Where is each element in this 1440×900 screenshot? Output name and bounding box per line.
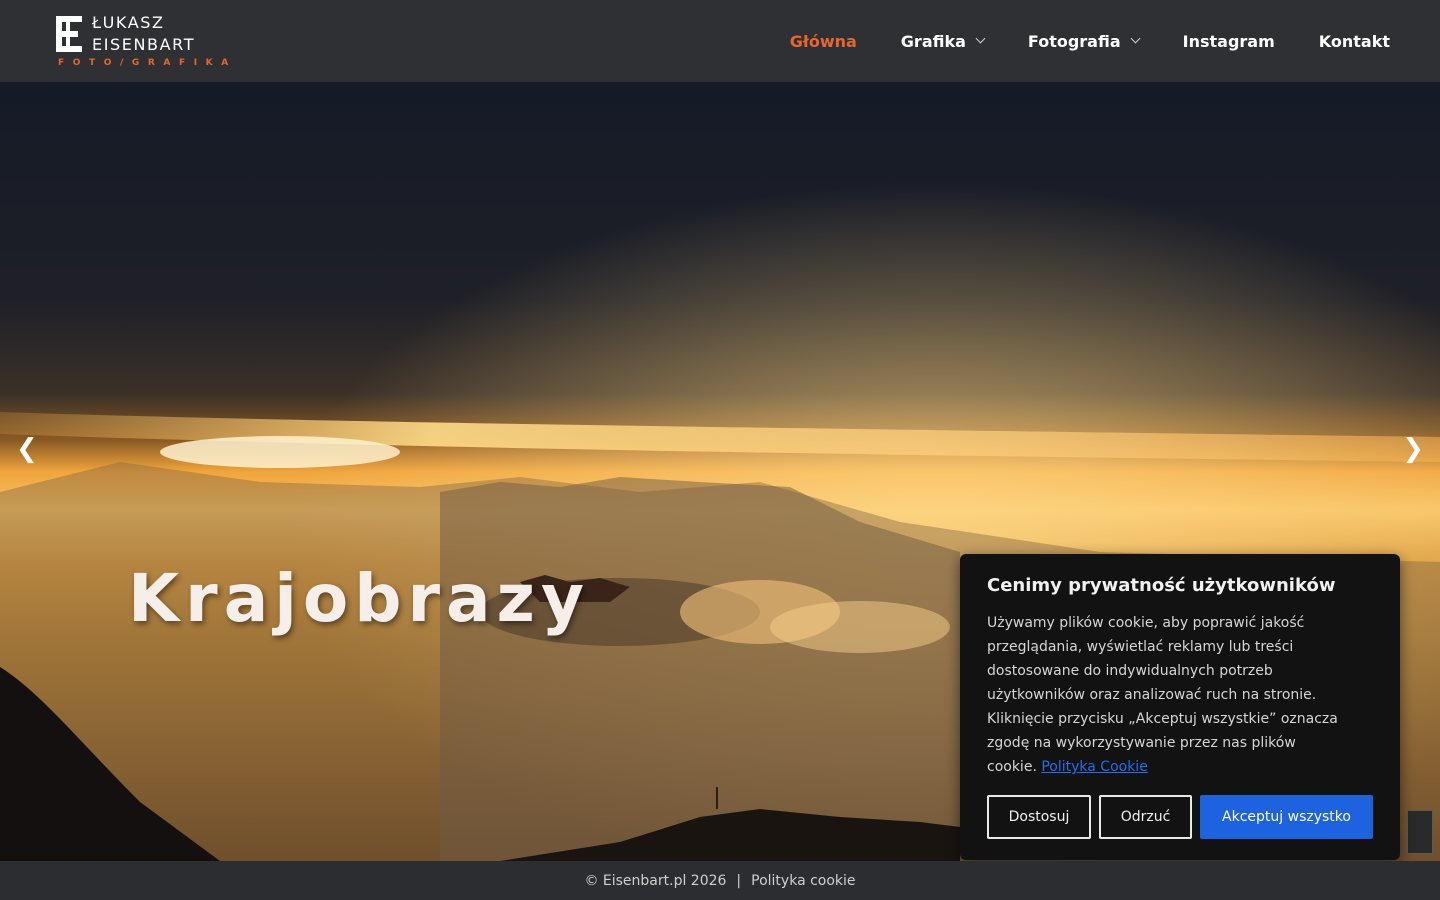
nav-item-label: Fotografia [1027, 31, 1121, 51]
chevron-down-icon [1130, 33, 1141, 44]
nav-item-label: Główna [789, 31, 857, 51]
logo-tagline: FOTO/GRAFIKA [58, 58, 237, 68]
customize-button[interactable]: Dostosuj [987, 795, 1091, 839]
footer-separator: | [736, 872, 742, 889]
site-header: ŁUKASZ EISENBART FOTO/GRAFIKA Główna Gra… [0, 0, 1440, 82]
logo-e-mark-icon [56, 16, 82, 52]
nav-item-label: Grafika [900, 31, 966, 51]
footer-cookie-policy-link[interactable]: Polityka cookie [751, 873, 855, 889]
chevron-down-icon [975, 33, 986, 44]
cookie-policy-link[interactable]: Polityka Cookie [1041, 759, 1147, 775]
reject-button[interactable]: Odrzuć [1099, 795, 1192, 839]
cookie-consent-panel: Cenimy prywatność użytkowników Używamy p… [960, 554, 1400, 860]
nav-item-fotografia[interactable]: Fotografia [1027, 31, 1141, 51]
cookie-text: Używamy plików cookie, aby poprawić jako… [987, 615, 1338, 775]
slider-prev-arrow-icon[interactable]: ❮ [16, 434, 38, 464]
logo-name-line1: ŁUKASZ [92, 13, 165, 32]
nav-item-label: Kontakt [1318, 31, 1390, 51]
logo-name: ŁUKASZ EISENBART [92, 12, 195, 56]
slide-thumbnail[interactable] [1407, 810, 1433, 854]
nav-item-instagram[interactable]: Instagram [1183, 32, 1275, 51]
accept-all-button[interactable]: Akceptuj wszystko [1200, 795, 1373, 839]
nav-item-kontakt[interactable]: Kontakt [1319, 32, 1390, 51]
slide-title: Krajobrazy [128, 560, 590, 637]
nav-item-glowna[interactable]: Główna [790, 32, 857, 51]
slider-next-arrow-icon[interactable]: ❯ [1402, 434, 1424, 464]
cookie-description: Używamy plików cookie, aby poprawić jako… [987, 611, 1347, 779]
site-footer: © Eisenbart.pl 2026 | Polityka cookie [0, 861, 1440, 900]
cookie-title: Cenimy prywatność użytkowników [987, 575, 1336, 596]
nav-item-grafika[interactable]: Grafika [900, 31, 986, 51]
nav-item-label: Instagram [1182, 31, 1275, 51]
main-nav: Główna Grafika Fotografia Instagram Kont… [746, 0, 1390, 82]
site-logo[interactable]: ŁUKASZ EISENBART FOTO/GRAFIKA [56, 12, 256, 72]
footer-copyright: © Eisenbart.pl 2026 [584, 872, 727, 889]
logo-name-line2: EISENBART [92, 35, 196, 54]
